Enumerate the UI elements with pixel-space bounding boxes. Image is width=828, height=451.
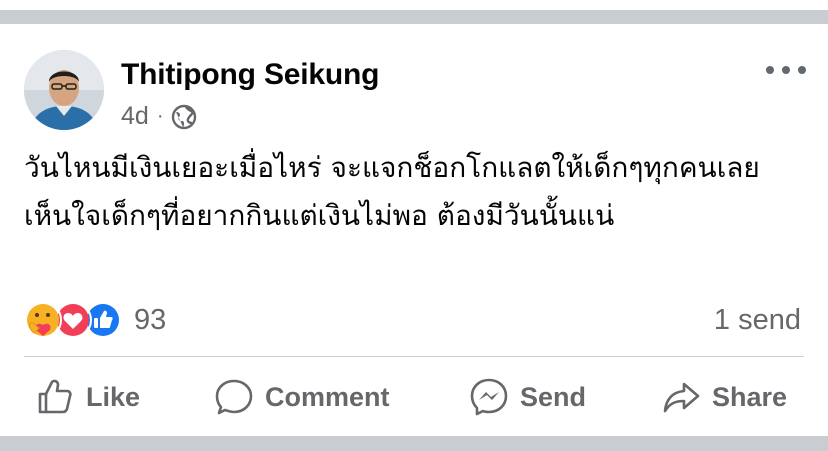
share-arrow-icon (663, 382, 700, 413)
share-label: Share (712, 381, 788, 412)
comment-label: Comment (265, 381, 390, 412)
send-count[interactable]: 1 send (714, 300, 801, 340)
feed-separator-top (0, 0, 828, 26)
action-divider (24, 356, 804, 357)
like-button[interactable]: Like (34, 374, 140, 420)
author-name[interactable]: Thitipong Seikung (121, 58, 379, 92)
globe-icon[interactable] (171, 104, 197, 130)
messenger-icon (470, 378, 508, 416)
reaction-count: 93 (134, 303, 167, 336)
thumbs-up-icon (38, 379, 72, 414)
comment-button[interactable]: Comment (213, 374, 390, 420)
reaction-summary[interactable]: 93 (24, 300, 166, 340)
comment-icon (215, 379, 253, 415)
like-label: Like (86, 381, 141, 412)
feed-post: Thitipong Seikung 4d · วันไหนมีเงินเยอะเ… (0, 24, 828, 436)
post-actions: Like Comment Send Share (0, 374, 828, 420)
more-options-icon[interactable] (766, 62, 806, 78)
post-meta: 4d · (121, 102, 197, 131)
post-time[interactable]: 4d (121, 102, 149, 131)
post-text: วันไหนมีเงินเยอะเมื่อไหร่ จะแจกช็อกโกแลต… (24, 151, 760, 232)
feed-separator-bottom (0, 436, 828, 451)
care-reaction-icon (24, 301, 62, 339)
avatar[interactable] (24, 50, 104, 130)
share-button[interactable]: Share (660, 374, 787, 420)
meta-separator: · (156, 105, 164, 127)
send-label: Send (520, 381, 587, 412)
send-button[interactable]: Send (468, 374, 586, 420)
